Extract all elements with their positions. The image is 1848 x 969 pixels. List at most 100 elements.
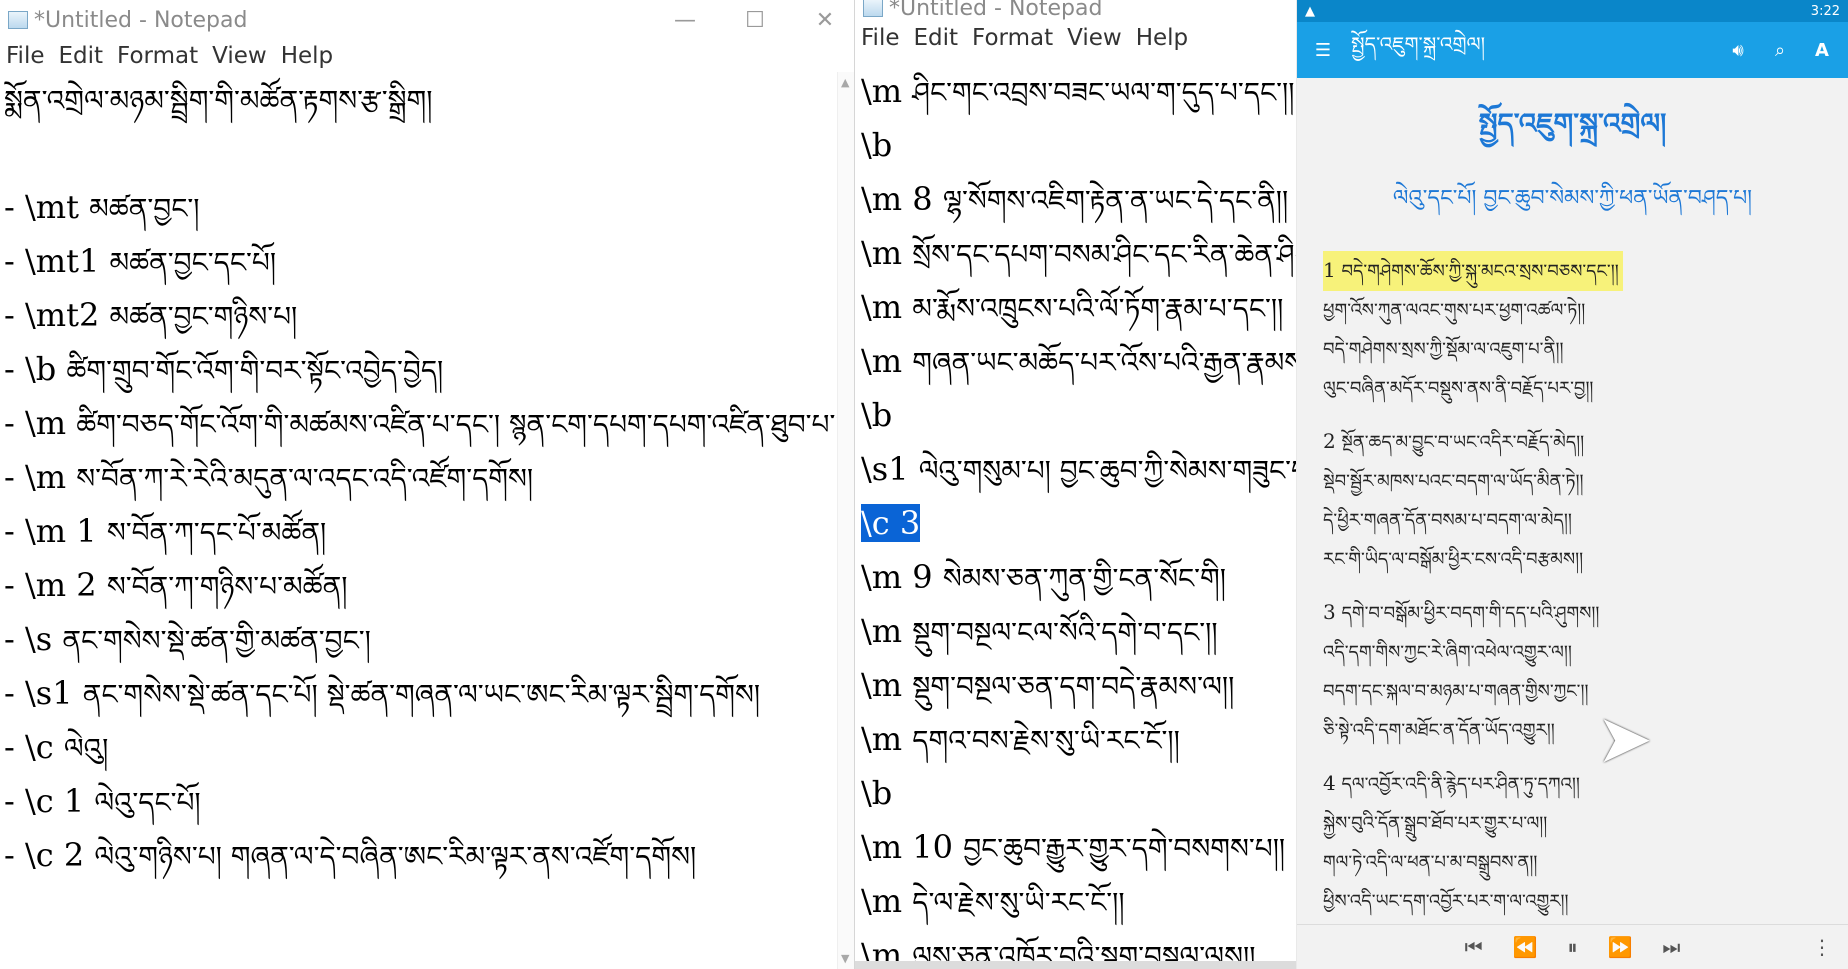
text-line[interactable]: - \c ལེའུ། [0,720,854,774]
text-line[interactable]: - \c 2 ལེའུ་གཉིས་པ། གཞན་ལ་དེ་བཞིན་ཨང་རིམ… [0,828,854,882]
text-line[interactable]: \m སྡུག་བསྔལ་ངལ་སོའི་དགེ་བ་དང་།། [855,604,1296,658]
verse-line[interactable]: ཅི་སྟེ་འདི་དག་མཐོང་ན་དོན་ཡོད་འགྱུར།། [1323,711,1822,750]
verse-line[interactable]: 3 དགེ་བ་བསྒོམ་ཕྱིར་བདག་གི་དད་པའི་ཤུགས།། [1323,593,1822,633]
scroll-down-icon[interactable]: ▼ [841,952,849,965]
sfm-marker: - \s1 [4,674,73,712]
text-line[interactable]: - \m 1 ས་བོན་ཀ་དང་པོ་མཚོན། [0,504,854,558]
scroll-up-icon[interactable]: ▲ [841,76,849,89]
skip-last-icon[interactable]: ⏭ [1662,935,1680,959]
text-editor[interactable]: སྨོན་འགྲེལ་མཉམ་སྦྲིག་གི་མཚོན་རྟགས་རྩ་སྒྲ… [0,72,854,969]
verse-line[interactable]: 2 སྔོན་ཆད་མ་བྱུང་བ་ཡང་འདིར་བརྗོད་མེད།། [1323,422,1822,462]
status-bar: ▲ 3:22 [1297,0,1848,22]
text-line[interactable]: \m དེ་ལ་རྗེས་སུ་ཡི་རང་ངོ་།། [855,874,1296,928]
verse-line[interactable]: བདག་དང་སྐལ་བ་མཉམ་པ་གཞན་གྱིས་ཀྱང་།། [1323,672,1822,711]
verse-text: འདི་དག་གིས་ཀྱང་རེ་ཞིག་འཕེལ་འགྱུར་ལ།། [1323,642,1572,663]
verse-text: བདེ་གཤེགས་སྲས་ཀྱི་སྡོམ་ལ་འཇུག་པ་ནི།། [1323,339,1564,360]
text-line[interactable]: - \c 1 ལེའུ་དང་པོ། [0,774,854,828]
menu-icon[interactable]: ☰ [1309,36,1337,64]
verse-line[interactable]: ལུང་བཞིན་མདོར་བསྡུས་ནས་ནི་བརྗོད་པར་བྱ།། [1323,369,1822,408]
verse-line[interactable]: བདེ་གཤེགས་སྲས་ཀྱི་སྡོམ་ལ་འཇུག་པ་ནི།། [1323,330,1822,369]
sfm-marker: - \b [4,350,57,388]
verse-line[interactable]: 1 བདེ་གཤེགས་ཆོས་ཀྱི་སྐུ་མངའ་སྲས་བཅས་དང་།… [1323,251,1623,291]
verse-line[interactable]: སྐྱེས་བུའི་དོན་སྒྲུབ་ཐོབ་པར་གྱུར་པ་ལ།། [1323,804,1822,843]
text-line[interactable]: \m དགའ་བས་རྗེས་སུ་ཡི་རང་ངོ་།། [855,712,1296,766]
minimize-button[interactable]: — [650,0,720,40]
verse-line[interactable]: ཕྱིས་འདི་ཡང་དག་འབྱོར་པར་ག་ལ་འགྱུར།། [1323,882,1822,921]
text-line[interactable]: \c 3 [855,496,1296,550]
tibetan-text: གཞན་ཡང་མཆོད་པར་འོས་པའི་རྒྱན་རྣམས་ནི།། [912,346,1296,379]
text-line[interactable]: \b [855,766,1296,820]
text-line[interactable]: \m ཤིང་གང་འབྲས་བཟང་ཡལ་ག་དུད་པ་དང་།། [855,64,1296,118]
text-line[interactable]: \m 8 ལྷ་སོགས་འཇིག་རྟེན་ན་ཡང་དེ་དང་ནི།། [855,172,1296,226]
text-line[interactable]: - \mt མཚན་བྱང་། [0,180,854,234]
skip-first-icon[interactable]: ⏮ [1465,935,1483,959]
verse-number: 2 [1323,429,1336,453]
tibetan-text: ནང་གསེས་སྡེ་ཚན་དང་པོ། སྡེ་ཚན་གཞན་ལ་ཡང་ཨང… [82,678,761,711]
audio-player-bar: ⏮ ⏪ ⏸ ⏩ ⏭ ⋮ [1297,924,1848,969]
text-line[interactable]: \b [855,118,1296,172]
text-line[interactable]: - \m ས་བོན་ཀ་རེ་རེའི་མདུན་ལ་འདང་འདི་འཛོག… [0,450,854,504]
menu-edit[interactable]: Edit [914,25,959,51]
menu-file[interactable]: File [6,43,45,69]
text-line[interactable]: - \m 2 ས་བོན་ཀ་གཉིས་པ་མཚོན། [0,558,854,612]
text-line[interactable] [0,126,854,180]
verse-text: བདེ་གཤེགས་ཆོས་ཀྱི་སྐུ་མངའ་སྲས་བཅས་དང་།། [1341,261,1619,282]
text-line[interactable]: - \b ཚིག་གྲུབ་གོང་འོག་གི་བར་སྟོང་འབྱེད་བ… [0,342,854,396]
sfm-marker: - \s [4,620,53,658]
tibetan-text: སྡུག་བསྔལ་ཅན་དག་བདེ་རྣམས་ལ།། [912,670,1235,703]
verse-line[interactable]: ཕྱག་འོས་ཀུན་ལའང་གུས་པར་ཕྱག་འཚལ་ཏེ།། [1323,291,1822,330]
text-line[interactable]: \m 9 སེམས་ཅན་ཀུན་གྱི་ངན་སོང་གི། [855,550,1296,604]
title-bar[interactable]: *Untitled - Notepad [855,0,1296,22]
mouse-pointer-icon: ➤ [1596,700,1653,779]
tibetan-text: ཚིག་གྲུབ་གོང་འོག་གི་བར་སྟོང་འབྱེད་བྱེད། [66,354,444,387]
text-line[interactable]: \s1 ལེའུ་གསུམ་པ། བྱང་ཆུབ་ཀྱི་སེམས་གཟུང་བ… [855,442,1296,496]
text-line[interactable]: - \mt2 མཚན་བྱང་གཉིས་པ། [0,288,854,342]
tibetan-text: སྡུག་བསྔལ་ངལ་སོའི་དགེ་བ་དང་།། [912,616,1218,649]
verse-list[interactable]: 1 བདེ་གཤེགས་ཆོས་ཀྱི་སྐུ་མངའ་སྲས་བཅས་དང་།… [1297,235,1848,951]
menu-format[interactable]: Format [117,43,198,69]
text-line[interactable]: \m 10 བྱང་ཆུབ་རྒྱུར་གྱུར་དགེ་བསགས་པ།། [855,820,1296,874]
vertical-scrollbar[interactable]: ▲ ▼ [837,72,854,969]
title-bar[interactable]: *Untitled - Notepad — ☐ ✕ [0,0,854,40]
maximize-button[interactable]: ☐ [720,0,790,40]
verse-line[interactable]: གལ་ཏེ་འདི་ལ་ཕན་པ་མ་བསྒྲུབས་ན།། [1323,843,1822,882]
sfm-marker: \m [861,666,903,704]
text-line[interactable]: \m སྲོས་དང་དཔག་བསམ་ཤིང་དང་རིན་ཆེན་ཤིང་།། [855,226,1296,280]
search-icon[interactable]: ⌕ [1766,36,1794,64]
text-line[interactable]: \m མ་རྨོས་འཁྲུངས་པའི་ལོ་ཏོག་རྣམ་པ་དང་།། [855,280,1296,334]
sfm-marker: \m [861,882,903,920]
verse-line[interactable]: དེ་ཕྱིར་གཞན་དོན་བསམ་པ་བདག་ལ་མེད།། [1323,501,1822,540]
text-line[interactable]: \b [855,388,1296,442]
verse-line[interactable]: སྡེབ་སྦྱོར་མཁས་པའང་བདག་ལ་ཡོད་མིན་ཏེ།། [1323,462,1822,501]
menu-help[interactable]: Help [1136,25,1188,51]
menu-file[interactable]: File [861,25,900,51]
verse-line[interactable]: འདི་དག་གིས་ཀྱང་རེ་ཞིག་འཕེལ་འགྱུར་ལ།། [1323,633,1822,672]
verse-number: 1 [1323,258,1336,282]
app-bar-title[interactable]: སྤྱོད་འཇུག་སྐྲ་འགྲེལ། [1351,22,1724,78]
menu-edit[interactable]: Edit [59,43,104,69]
fast-forward-icon[interactable]: ⏩ [1608,935,1633,959]
text-line[interactable]: - \m ཚིག་བཅད་གོང་འོག་གི་མཚམས་འཛིན་པ་དང་།… [0,396,854,450]
menu-help[interactable]: Help [281,43,333,69]
more-vert-icon[interactable]: ⋮ [1812,935,1832,959]
pause-icon[interactable]: ⏸ [1568,935,1578,959]
horizontal-scrollbar[interactable] [855,961,1296,969]
sfm-marker: \s1 [861,450,909,488]
text-line[interactable]: - \mt1 མཚན་བྱང་དང་པོ། [0,234,854,288]
verse-line[interactable]: རང་གི་ཡིད་ལ་བསྒོམ་ཕྱིར་ངས་འདི་བརྩམས།། [1323,540,1822,579]
text-line[interactable]: - \s1 ནང་གསེས་སྡེ་ཚན་དང་པོ། སྡེ་ཚན་གཞན་ལ… [0,666,854,720]
verse-line[interactable]: 4 དལ་འབྱོར་འདི་ནི་རྙེད་པར་ཤིན་ཏུ་དཀའ།། [1323,764,1822,804]
text-editor[interactable]: \m ཤིང་གང་འབྲས་བཟང་ཡལ་ག་དུད་པ་དང་།། \b \m… [855,64,1296,969]
menu-format[interactable]: Format [972,25,1053,51]
font-size-icon[interactable]: A [1808,36,1836,64]
close-button[interactable]: ✕ [790,0,854,40]
text-line[interactable]: \m སྡུག་བསྔལ་ཅན་དག་བདེ་རྣམས་ལ།། [855,658,1296,712]
rewind-icon[interactable]: ⏪ [1513,935,1538,959]
sfm-marker: - \m [4,404,67,442]
text-line[interactable]: སྨོན་འགྲེལ་མཉམ་སྦྲིག་གི་མཚོན་རྟགས་རྩ་སྒྲ… [0,72,854,126]
text-line[interactable]: \m གཞན་ཡང་མཆོད་པར་འོས་པའི་རྒྱན་རྣམས་ནི།། [855,334,1296,388]
volume-icon[interactable]: 🔊︎ [1724,36,1752,64]
text-line[interactable]: - \s ནང་གསེས་སྡེ་ཚན་གྱི་མཚན་བྱང་། [0,612,854,666]
menu-view[interactable]: View [212,43,267,69]
menu-view[interactable]: View [1067,25,1122,51]
